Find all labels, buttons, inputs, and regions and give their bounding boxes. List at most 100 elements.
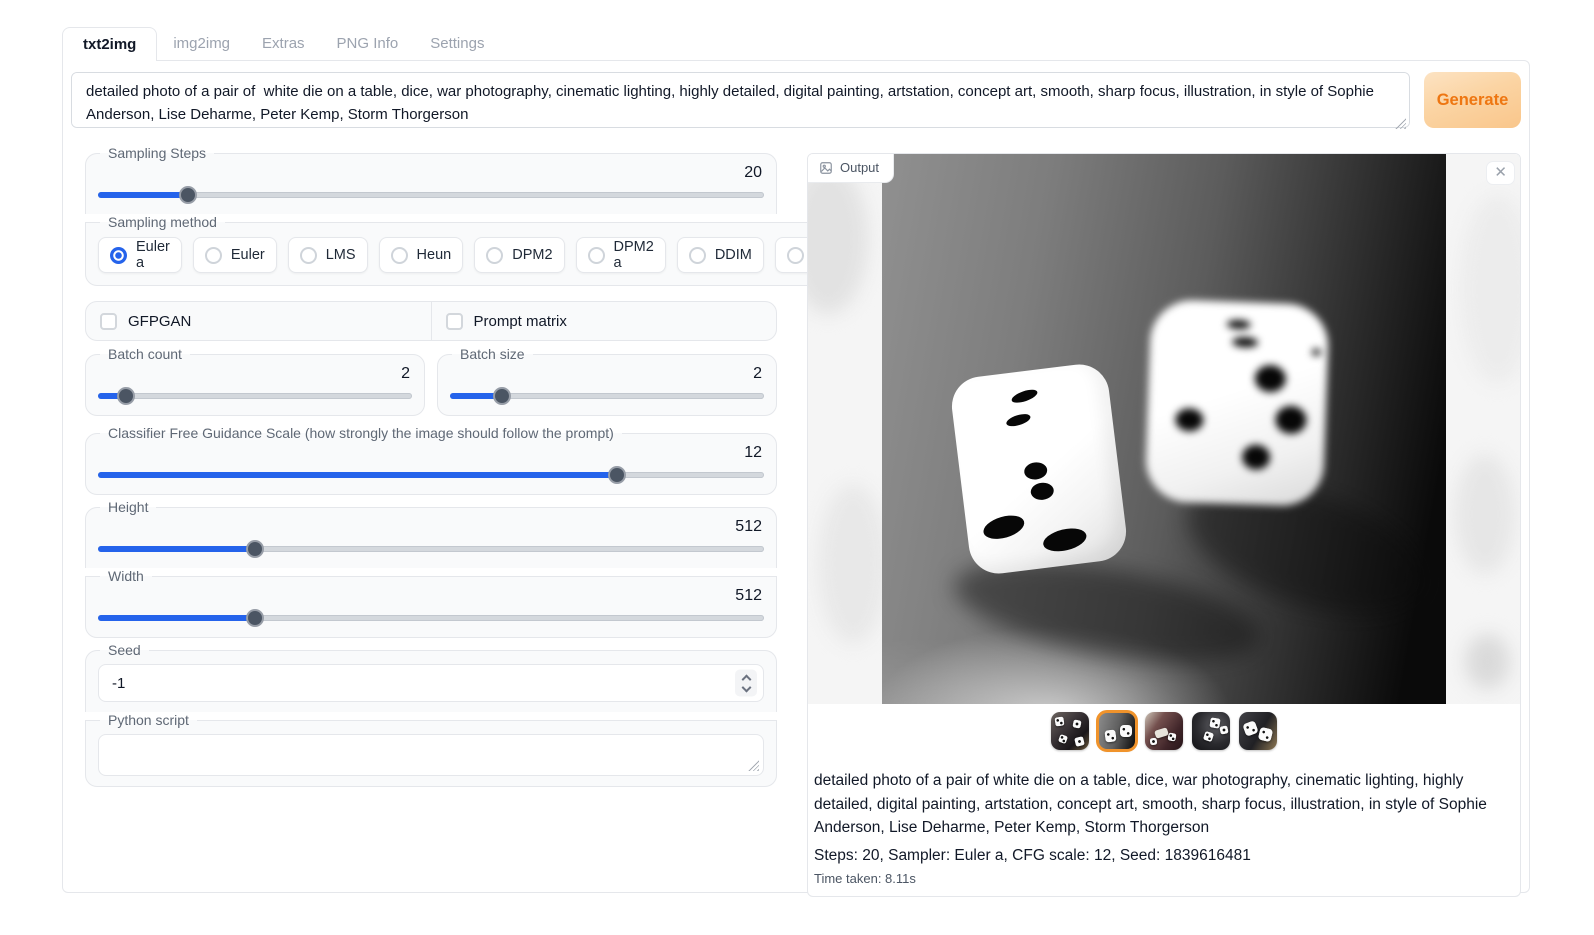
python-script-label: Python script [100,712,197,728]
sampling-steps-label: Sampling Steps [100,145,214,161]
height-slider[interactable] [98,540,764,558]
height-slider-handle[interactable] [246,540,264,558]
batch-size-label: Batch size [452,346,533,362]
batch-count-label: Batch count [100,346,190,362]
sampling-steps-group: Sampling Steps 20 [85,145,777,214]
radio-label: Euler [231,247,265,263]
radio-label: DPM2 a [614,239,654,271]
stage-right-margin [1446,154,1520,704]
batch-size-slider[interactable] [450,387,764,405]
output-panel: Output ✕ [807,153,1521,897]
prompt-matrix-label: Prompt matrix [474,313,567,330]
batch-count-slider[interactable] [98,387,412,405]
gfpgan-checkbox[interactable]: GFPGAN [86,302,431,340]
batch-size-slider-handle[interactable] [493,387,511,405]
output-gallery [808,704,1520,756]
width-value: 512 [98,586,764,606]
radio-icon [689,247,706,264]
seed-group: Seed [85,642,777,712]
output-params-text: Steps: 20, Sampler: Euler a, CFG scale: … [814,844,1512,867]
settings-column: Sampling Steps 20 Sampling method Euler … [85,145,777,787]
sampling-steps-value: 20 [98,163,764,183]
tab-settings[interactable]: Settings [414,27,500,60]
cfg-scale-group: Classifier Free Guidance Scale (how stro… [85,425,777,495]
radio-icon [486,247,503,264]
radio-euler-a[interactable]: Euler a [98,237,182,273]
python-script-input[interactable] [99,735,763,775]
output-info: detailed photo of a pair of white die on… [808,756,1520,896]
prompt-matrix-checkbox[interactable]: Prompt matrix [431,302,777,340]
close-icon[interactable]: ✕ [1486,161,1515,185]
gallery-thumbnail-2-selected[interactable] [1098,712,1136,750]
radio-dpm2-a[interactable]: DPM2 a [576,237,666,273]
die-blurred [1145,299,1330,507]
seed-stepper[interactable] [735,670,757,697]
radio-label: DPM2 [512,247,552,263]
seed-label: Seed [100,642,149,658]
chevron-down-icon[interactable] [741,682,751,692]
output-label: Output [840,160,879,175]
sampling-method-group: Sampling method Euler a Euler LMS Heun D… [85,214,877,286]
txt2img-app: txt2img img2img Extras PNG Info Settings… [0,0,1594,935]
python-script-group: Python script [85,712,777,787]
checkbox-icon [446,313,463,330]
image-icon [819,161,833,175]
tab-txt2img[interactable]: txt2img [62,27,157,61]
width-group: Width 512 [85,568,777,638]
radio-ddim[interactable]: DDIM [677,237,764,273]
cfg-scale-slider-handle[interactable] [608,466,626,484]
options-row: GFPGAN Prompt matrix [85,301,777,341]
radio-heun[interactable]: Heun [379,237,464,273]
output-header: Output [808,154,894,183]
die-focused [949,361,1130,577]
height-group: Height 512 [85,499,777,568]
gfpgan-label: GFPGAN [128,313,191,330]
sampling-steps-slider[interactable] [98,186,764,204]
radio-label: DDIM [715,247,752,263]
tab-png-info[interactable]: PNG Info [321,27,415,60]
output-image-stage [808,154,1520,704]
output-image[interactable] [882,154,1446,704]
radio-selected-icon [110,247,127,264]
gallery-thumbnail-5[interactable] [1239,712,1277,750]
radio-dpm2[interactable]: DPM2 [474,237,564,273]
batch-count-value: 2 [98,364,412,384]
txt2img-panel: Generate Sampling Steps 20 Samp [62,60,1530,893]
batch-size-group: Batch size 2 [437,346,777,416]
width-slider-handle[interactable] [246,609,264,627]
radio-icon [787,247,804,264]
radio-label: LMS [326,247,356,263]
gallery-thumbnail-1[interactable] [1051,712,1089,750]
prompt-input[interactable] [71,72,1410,128]
batch-size-value: 2 [450,364,764,384]
cfg-scale-value: 12 [98,443,764,463]
radio-icon [391,247,408,264]
width-slider[interactable] [98,609,764,627]
batch-count-slider-handle[interactable] [117,387,135,405]
radio-icon [300,247,317,264]
width-label: Width [100,568,152,584]
gallery-thumbnail-4[interactable] [1192,712,1230,750]
tab-bar: txt2img img2img Extras PNG Info Settings [62,27,500,60]
cfg-scale-label: Classifier Free Guidance Scale (how stro… [100,425,622,441]
height-value: 512 [98,517,764,537]
radio-icon [205,247,222,264]
radio-label: Euler a [136,239,170,271]
radio-icon [588,247,605,264]
stage-left-margin [808,154,882,704]
radio-lms[interactable]: LMS [288,237,368,273]
tab-extras[interactable]: Extras [246,27,321,60]
radio-label: Heun [417,247,452,263]
output-prompt-text: detailed photo of a pair of white die on… [814,769,1512,840]
sampling-method-options: Euler a Euler LMS Heun DPM2 DPM2 a DDIM … [98,232,864,275]
radio-euler[interactable]: Euler [193,237,277,273]
tab-img2img[interactable]: img2img [157,27,246,60]
seed-input[interactable] [99,675,763,692]
gallery-thumbnail-3[interactable] [1145,712,1183,750]
cfg-scale-slider[interactable] [98,466,764,484]
generate-button[interactable]: Generate [1424,72,1521,128]
batch-count-group: Batch count 2 [85,346,425,416]
sampling-steps-slider-handle[interactable] [179,186,197,204]
height-label: Height [100,499,156,515]
output-time-text: Time taken: 8.11s [814,871,1512,886]
